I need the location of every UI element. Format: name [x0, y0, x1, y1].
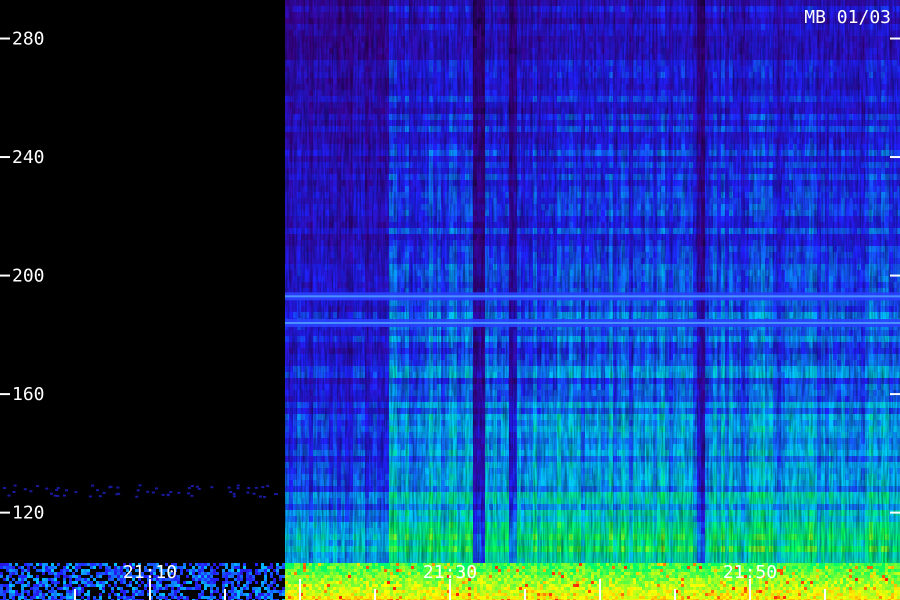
- spectrogram-chart: 120160200240280 21:10 21:30 21:50 MB 01/03: [0, 0, 900, 600]
